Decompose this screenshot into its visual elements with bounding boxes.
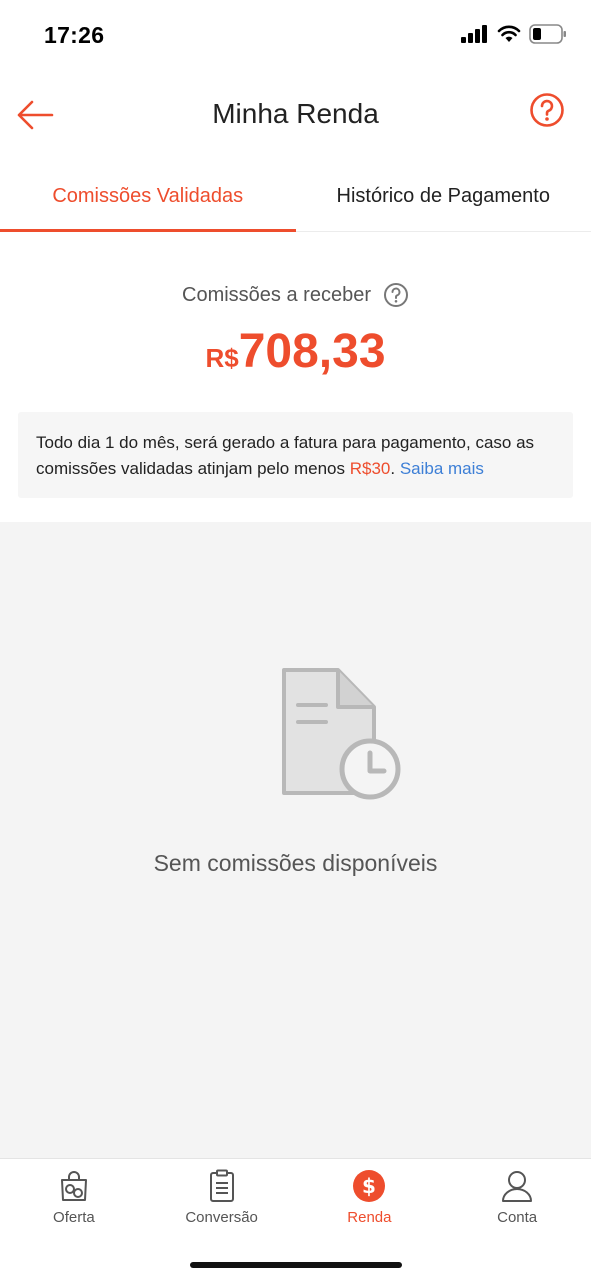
status-bar: 17:26 bbox=[0, 0, 591, 70]
nav-label: Conversão bbox=[185, 1209, 258, 1226]
user-icon bbox=[502, 1171, 533, 1202]
question-circle-icon bbox=[530, 93, 564, 127]
clipboard-icon bbox=[209, 1169, 234, 1202]
question-circle-icon[interactable] bbox=[383, 282, 409, 308]
nav-conta[interactable]: Conta bbox=[443, 1169, 591, 1235]
app-header: Minha Renda bbox=[0, 70, 591, 160]
notice-separator: . bbox=[390, 459, 400, 478]
document-clock-icon bbox=[282, 668, 401, 800]
page-title: Minha Renda bbox=[212, 98, 379, 129]
tab-historico-pagamento[interactable]: Histórico de Pagamento bbox=[296, 160, 591, 231]
signal-icon bbox=[461, 25, 487, 43]
currency-symbol: R$ bbox=[205, 343, 239, 373]
payment-notice: Todo dia 1 do mês, será gerado a fatura … bbox=[18, 412, 573, 498]
battery-icon bbox=[529, 24, 566, 44]
svg-text:$: $ bbox=[362, 1174, 376, 1198]
home-indicator bbox=[190, 1262, 402, 1268]
commission-amount: R$708,33 bbox=[0, 324, 591, 379]
learn-more-link[interactable]: Saiba mais bbox=[400, 459, 484, 478]
tab-bar: Comissões Validadas Histórico de Pagamen… bbox=[0, 160, 591, 232]
nav-oferta[interactable]: Oferta bbox=[0, 1169, 148, 1235]
wifi-icon bbox=[497, 25, 521, 42]
empty-state-text: Sem comissões disponíveis bbox=[153, 850, 438, 876]
summary-label: Comissões a receber bbox=[182, 283, 371, 306]
shopping-bag-icon bbox=[60, 1171, 87, 1201]
nav-label: Conta bbox=[497, 1209, 538, 1226]
status-time: 17:26 bbox=[44, 22, 105, 48]
commissions-list: Sem comissões disponíveis bbox=[0, 522, 591, 1158]
summary-label-row: Comissões a receber bbox=[0, 282, 591, 308]
commission-summary: Comissões a receber R$708,33 Todo dia 1 … bbox=[0, 232, 591, 522]
dollar-circle-icon: $ bbox=[353, 1170, 386, 1202]
help-button[interactable] bbox=[529, 92, 565, 128]
status-icons bbox=[461, 24, 567, 44]
nav-conversao[interactable]: Conversão bbox=[148, 1169, 296, 1235]
amount-value: 708,33 bbox=[238, 325, 386, 378]
notice-minimum: R$30 bbox=[349, 459, 391, 478]
bottom-nav: Oferta Conversão $ Renda Conta bbox=[0, 1158, 591, 1280]
nav-label: Renda bbox=[347, 1209, 392, 1226]
nav-label: Oferta bbox=[53, 1209, 95, 1226]
nav-renda[interactable]: $ Renda bbox=[296, 1169, 444, 1235]
tab-comissoes-validadas[interactable]: Comissões Validadas bbox=[0, 160, 296, 232]
